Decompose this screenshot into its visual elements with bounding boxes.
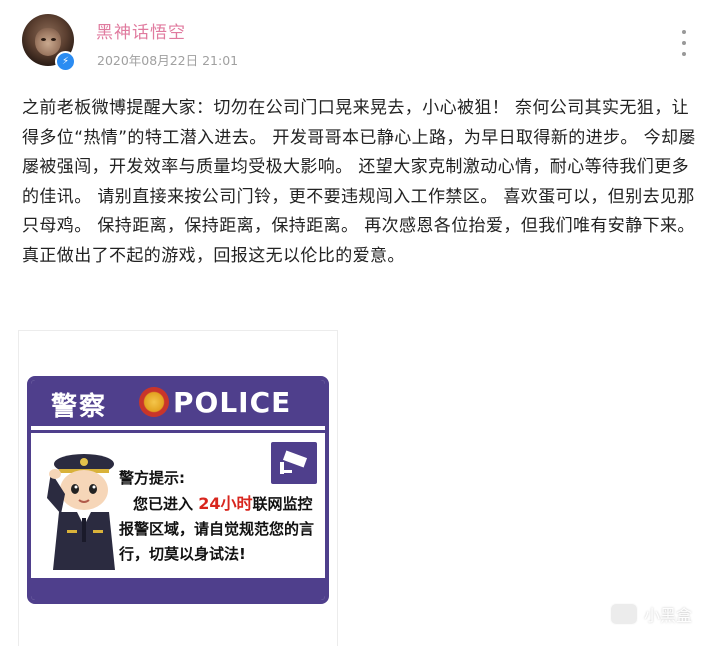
notice-highlight: 24小时 xyxy=(198,494,253,513)
author-name[interactable]: 黑神话悟空 xyxy=(96,18,186,43)
notice-line-1-pre: 您已进入 xyxy=(133,495,194,513)
police-emblem-icon xyxy=(139,387,169,417)
sign-footer xyxy=(31,578,325,600)
notice-line-3: 行，切莫以身试法! xyxy=(119,545,246,563)
sign-title-en: POLICE xyxy=(173,386,292,419)
post-timestamp: 2020年08月22日 21:01 xyxy=(97,53,239,68)
post-header: ⚡ 黑神话悟空 2020年08月22日 21:01 xyxy=(0,0,719,80)
notice-line-1-post: 联网监控 xyxy=(252,495,313,513)
notice-title: 警方提示: xyxy=(119,469,185,487)
notice-line-1: 您已进入 24小时联网监控 xyxy=(119,491,329,517)
post-body-text: 之前老板微博提醒大家：切勿在公司门口晃来晃去，小心被狙！ 奈何公司其实无狙，让得… xyxy=(22,98,696,266)
sign-header: 警察 POLICE xyxy=(31,380,325,426)
sign-title-cn: 警察 xyxy=(51,392,108,422)
avatar-eye-left xyxy=(41,38,46,41)
more-dot xyxy=(682,52,686,56)
more-dot xyxy=(682,41,686,45)
police-officer-illustration xyxy=(47,454,115,570)
verified-badge-icon: ⚡ xyxy=(55,51,76,72)
site-watermark: 小黑盒 xyxy=(610,602,692,626)
notice-line-2: 报警区域，请自觉规范您的言 xyxy=(119,520,315,538)
more-options-icon[interactable] xyxy=(676,30,692,56)
watermark-text: 小黑盒 xyxy=(644,606,693,625)
post-image[interactable]: 警察 POLICE 警方提示: 您已进入 24小时联网监控 报警区域，请自觉规范… xyxy=(19,331,337,646)
avatar-eye-right xyxy=(51,38,56,41)
police-sign: 警察 POLICE 警方提示: 您已进入 24小时联网监控 报警区域，请自觉规范… xyxy=(27,376,329,604)
more-dot xyxy=(682,30,686,34)
sign-divider xyxy=(31,430,325,433)
avatar-face xyxy=(35,28,61,56)
notice-text: 警方提示: 您已进入 24小时联网监控 报警区域，请自觉规范您的言 行，切莫以身… xyxy=(119,466,329,567)
watermark-logo-icon xyxy=(610,603,638,625)
